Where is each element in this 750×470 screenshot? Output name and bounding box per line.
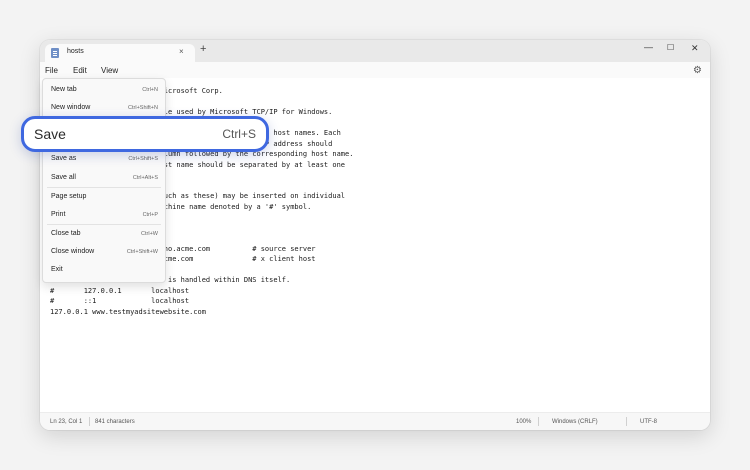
notepad-icon <box>51 48 59 58</box>
menu-item-label: Save all <box>51 174 76 181</box>
menu-item-label: Close window <box>51 248 95 255</box>
settings-gear-icon[interactable]: ⚙ <box>693 65 702 76</box>
menu-item-save-as[interactable]: Save as Ctrl+Shift+S <box>43 150 165 168</box>
title-bar: hosts × + — ☐ ✕ <box>40 40 710 62</box>
menu-item-label: Save as <box>51 155 77 162</box>
menu-item-shortcut: Ctrl+Shift+W <box>126 249 158 255</box>
status-divider <box>538 417 539 426</box>
zoom-level[interactable]: 100% <box>516 419 531 425</box>
status-divider <box>626 417 627 426</box>
tab-title: hosts <box>67 48 84 55</box>
minimize-button[interactable]: — <box>644 42 653 52</box>
menu-item-label: Page setup <box>51 193 87 200</box>
menu-bar: File Edit View ⚙ <box>40 62 710 78</box>
status-bar: Ln 23, Col 1 841 characters 100% Windows… <box>40 412 710 430</box>
status-divider <box>89 417 90 426</box>
menu-view[interactable]: View <box>101 66 118 75</box>
menu-item-new-tab[interactable]: New tab Ctrl+N <box>43 81 165 99</box>
menu-item-shortcut: Ctrl+P <box>142 212 158 218</box>
menu-item-close-window[interactable]: Close window Ctrl+Shift+W <box>43 243 165 261</box>
menu-edit[interactable]: Edit <box>73 66 87 75</box>
menu-item-new-window[interactable]: New window Ctrl+Shift+N <box>43 99 165 117</box>
menu-item-print[interactable]: Print Ctrl+P <box>43 206 165 224</box>
menu-item-exit[interactable]: Exit <box>43 261 165 279</box>
menu-item-label: Print <box>51 211 66 218</box>
character-count: 841 characters <box>95 419 135 425</box>
tab-close-icon[interactable]: × <box>179 47 184 56</box>
cursor-position: Ln 23, Col 1 <box>50 419 83 425</box>
maximize-button[interactable]: ☐ <box>667 43 674 52</box>
menu-item-label: New tab <box>51 86 77 93</box>
menu-item-shortcut: Ctrl+Shift+S <box>128 156 158 162</box>
menu-item-save-all[interactable]: Save all Ctrl+Alt+S <box>43 169 165 187</box>
line-ending[interactable]: Windows (CRLF) <box>552 419 598 425</box>
menu-item-label: New window <box>51 104 91 111</box>
menu-item-label: Exit <box>51 266 63 273</box>
close-window-button[interactable]: ✕ <box>691 43 699 54</box>
menu-item-shortcut: Ctrl+N <box>142 87 158 93</box>
menu-file[interactable]: File <box>45 66 58 75</box>
tab-hosts[interactable]: hosts × <box>45 44 195 62</box>
encoding[interactable]: UTF-8 <box>640 419 657 425</box>
menu-item-shortcut: Ctrl+W <box>141 231 158 237</box>
menu-item-shortcut: Ctrl+Alt+S <box>132 175 158 181</box>
save-shortcut: Ctrl+S <box>222 127 256 141</box>
menu-item-close-tab[interactable]: Close tab Ctrl+W <box>43 225 165 243</box>
save-label: Save <box>34 126 66 142</box>
menu-item-label: Close tab <box>51 230 81 237</box>
new-tab-button[interactable]: + <box>200 43 206 55</box>
menu-item-page-setup[interactable]: Page setup <box>43 188 165 206</box>
file-menu-dropdown: New tab Ctrl+N New window Ctrl+Shift+N S… <box>42 78 166 283</box>
menu-item-shortcut: Ctrl+Shift+N <box>128 105 158 111</box>
save-menu-item-highlighted[interactable]: Save Ctrl+S <box>21 116 269 152</box>
